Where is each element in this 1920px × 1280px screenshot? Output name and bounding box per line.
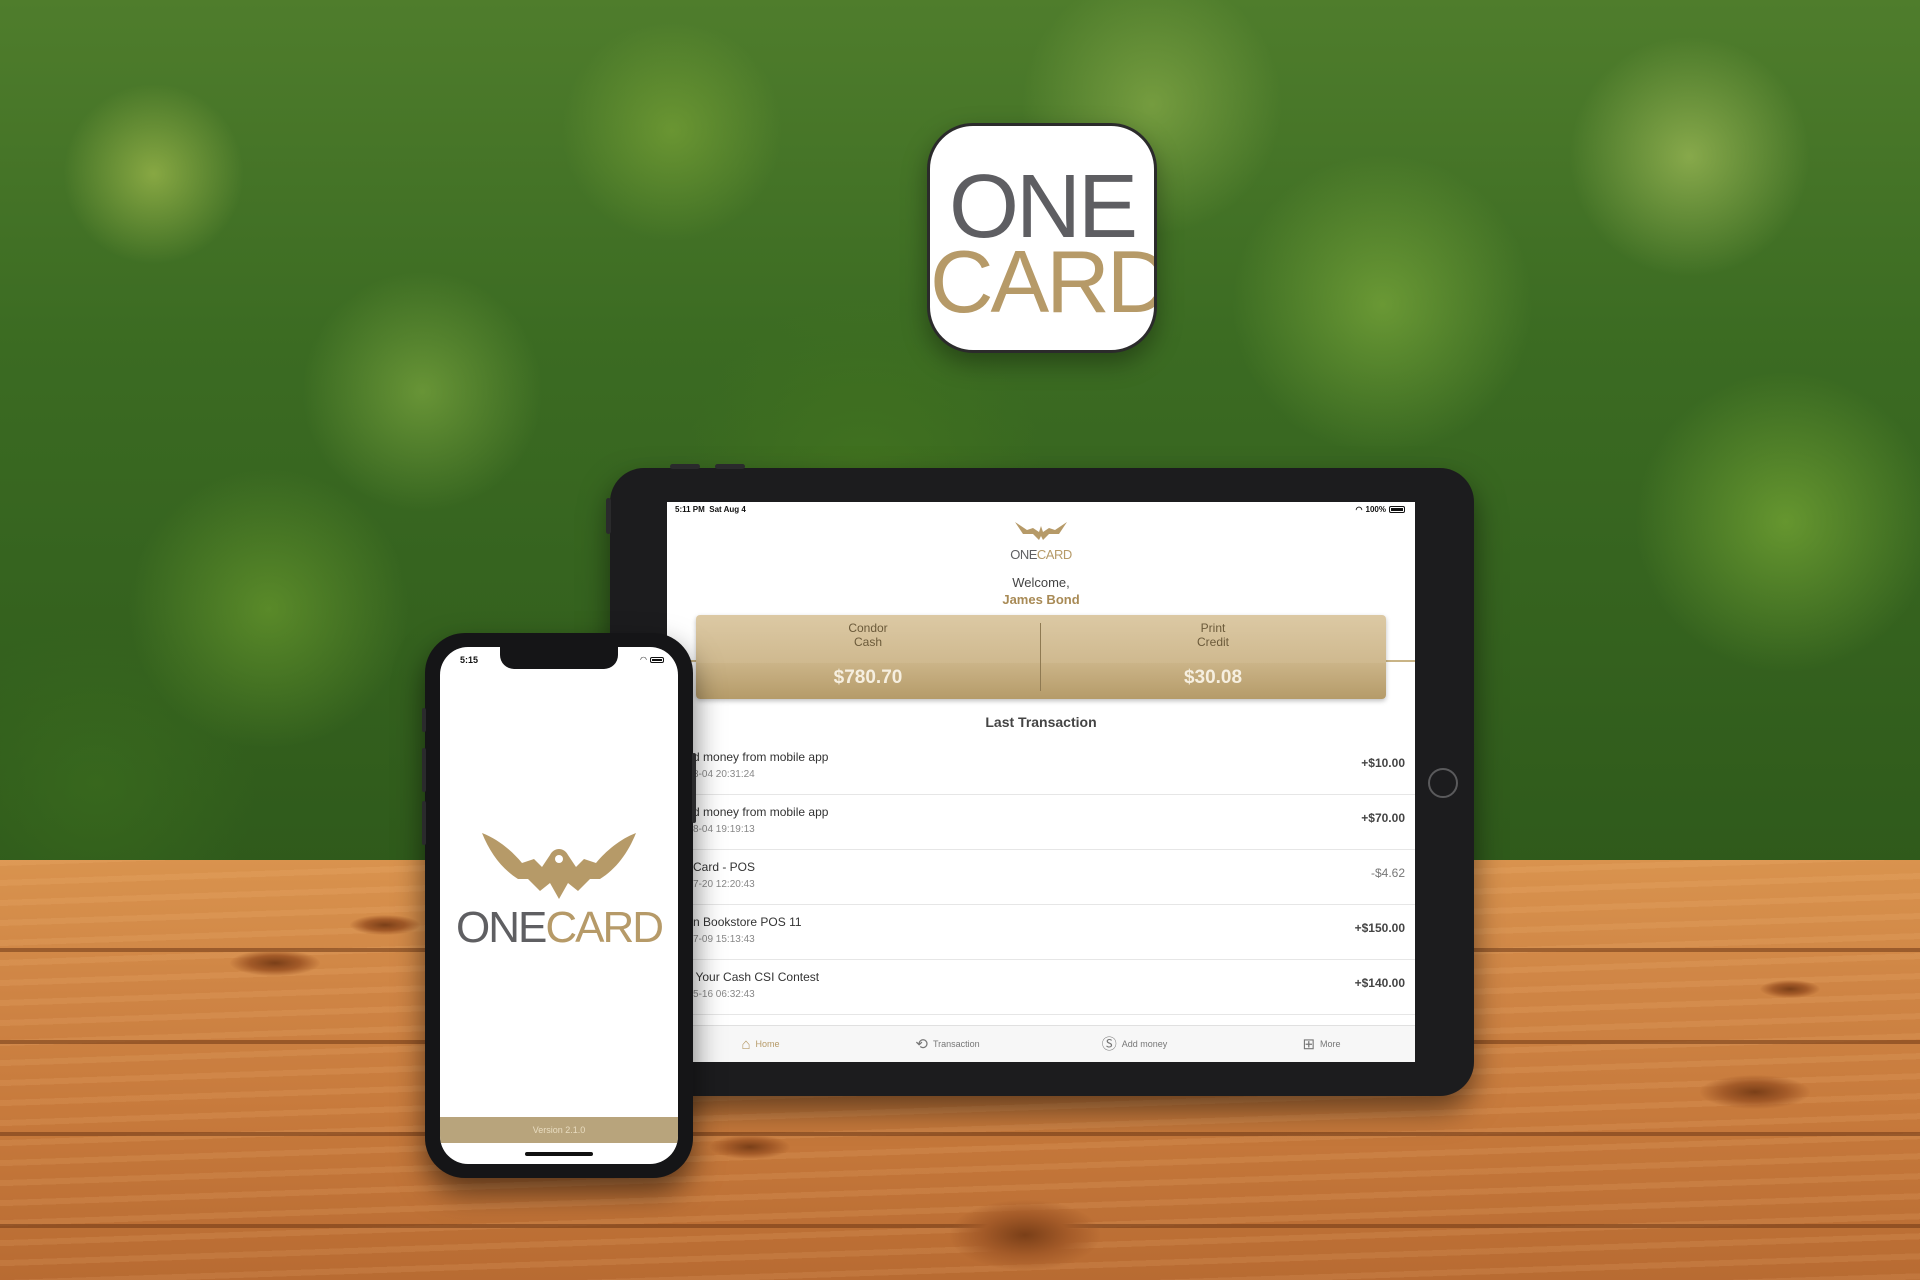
tab-label: More	[1320, 1039, 1341, 1049]
balance-value: $30.08	[1183, 667, 1243, 688]
eagle-emblem-icon	[482, 833, 636, 899]
transaction-row[interactable]: ndon Bookstore POS 11 18-07-09 15:13:43 …	[667, 905, 1415, 960]
tab-bar: ⌂ Home ⟲ Transaction Ⓢ Add money ⊞ More	[667, 1025, 1415, 1062]
wood-knot	[950, 1200, 1100, 1270]
balance-label-line1: Print	[1200, 621, 1226, 635]
logo-card: CARD	[545, 903, 664, 952]
app-icon-word-card: CARD	[930, 232, 1157, 331]
phone-power-button	[692, 753, 696, 823]
version-bar: Version 2.1.0	[440, 1117, 678, 1143]
transaction-amount: -$4.62	[1370, 866, 1405, 880]
balance-label-line1: Condor	[848, 621, 888, 635]
status-right: ◠	[640, 655, 664, 664]
tab-label: Home	[755, 1039, 780, 1049]
tablet-screen: 5:11 PM Sat Aug 4 ◠ 100% ONECARD Welcome…	[667, 502, 1415, 1062]
status-bar: 5:11 PM Sat Aug 4 ◠ 100%	[667, 502, 1415, 518]
transaction-list: dded money from mobile app 18-08-04 20:3…	[667, 740, 1415, 1015]
logo-one: ONE	[455, 903, 547, 952]
balance-label-line2: Cash	[853, 635, 882, 649]
phone-screen: 5:15 ◠ ONECARD Version 2.1.0	[440, 647, 678, 1164]
header-logo-text: ONECARD	[667, 547, 1415, 562]
phone-device: 5:15 ◠ ONECARD Version 2.1.0	[422, 633, 696, 1178]
logo-card: CARD	[1036, 547, 1072, 562]
history-icon: ⟲	[915, 1035, 928, 1053]
tab-transaction[interactable]: ⟲ Transaction	[854, 1026, 1041, 1062]
balance-label: Condor Cash	[696, 621, 1040, 649]
status-time: 5:15	[460, 655, 479, 665]
wifi-icon: ◠	[640, 655, 647, 664]
balance-print-credit[interactable]: Print Credit $30.08	[1041, 615, 1385, 699]
transaction-row[interactable]: NE Card - POS 18-07-20 12:20:43 -$4.62	[667, 850, 1415, 905]
balance-label: Print Credit	[1041, 621, 1385, 649]
eagle-emblem-icon	[1015, 522, 1067, 540]
tablet-home-button[interactable]	[1428, 768, 1458, 798]
tablet-volume-button	[670, 464, 700, 469]
transaction-row[interactable]: dded money from mobile app 18-08-04 20:3…	[667, 740, 1415, 795]
wood-knot	[350, 915, 420, 935]
tablet-volume-button	[715, 464, 745, 469]
tab-more[interactable]: ⊞ More	[1228, 1026, 1415, 1062]
phone-side-button	[422, 708, 426, 732]
transaction-title: dded money from mobile app	[673, 750, 829, 764]
status-date: Sat Aug 4	[709, 505, 746, 514]
logo-one: ONE	[1010, 547, 1037, 562]
wood-knot	[1700, 1075, 1810, 1109]
balance-value: $780.70	[833, 667, 903, 688]
phone-side-button	[422, 801, 426, 845]
wood-knot	[230, 950, 320, 976]
section-title: Last Transaction	[985, 714, 1097, 730]
tablet-power-button	[606, 498, 611, 534]
tab-label: Transaction	[932, 1039, 980, 1049]
home-icon: ⌂	[741, 1035, 751, 1053]
dollar-icon: Ⓢ	[1101, 1035, 1117, 1053]
header-logo: ONECARD	[667, 520, 1415, 562]
home-indicator[interactable]	[525, 1152, 593, 1156]
battery-percent: 100%	[1365, 505, 1386, 514]
battery-icon	[1389, 506, 1405, 513]
transaction-row[interactable]: dded money from mobile app 18-08-04 19:1…	[667, 795, 1415, 850]
status-time: 5:11 PM	[675, 505, 705, 514]
app-icon[interactable]: ONE CARD	[927, 123, 1157, 353]
status-right: ◠ 100%	[1356, 505, 1405, 514]
transaction-row[interactable]: ash Your Cash CSI Contest 18-05-16 06:32…	[667, 960, 1415, 1015]
transaction-title: dded money from mobile app	[673, 805, 829, 819]
transaction-title: ash Your Cash CSI Contest	[673, 970, 820, 984]
transaction-amount: +$150.00	[1354, 921, 1405, 935]
wood-knot	[710, 1135, 790, 1159]
tab-home[interactable]: ⌂ Home	[667, 1026, 854, 1062]
grid-icon: ⊞	[1302, 1035, 1316, 1053]
tablet-device: 5:11 PM Sat Aug 4 ◠ 100% ONECARD Welcome…	[606, 464, 1474, 1096]
welcome-text: Welcome,	[1012, 575, 1070, 590]
transaction-amount: +$10.00	[1361, 756, 1405, 770]
wifi-icon: ◠	[1355, 505, 1363, 514]
user-name: James Bond	[1002, 592, 1080, 607]
transaction-amount: +$70.00	[1361, 811, 1405, 825]
transaction-amount: +$140.00	[1354, 976, 1405, 990]
phone-side-button	[422, 748, 426, 792]
wood-knot	[1760, 980, 1820, 998]
tab-label: Add money	[1121, 1039, 1168, 1049]
balance-label-line2: Credit	[1196, 635, 1229, 649]
status-time-date: 5:11 PM Sat Aug 4	[675, 505, 746, 514]
balance-condor-cash[interactable]: Condor Cash $780.70	[696, 615, 1040, 699]
phone-notch	[500, 647, 618, 669]
battery-icon	[650, 656, 664, 663]
splash-logo-text: ONECARD	[440, 903, 678, 953]
balance-card: Condor Cash $780.70 Print Credit $30.08	[696, 615, 1386, 699]
tab-add-money[interactable]: Ⓢ Add money	[1041, 1026, 1228, 1062]
